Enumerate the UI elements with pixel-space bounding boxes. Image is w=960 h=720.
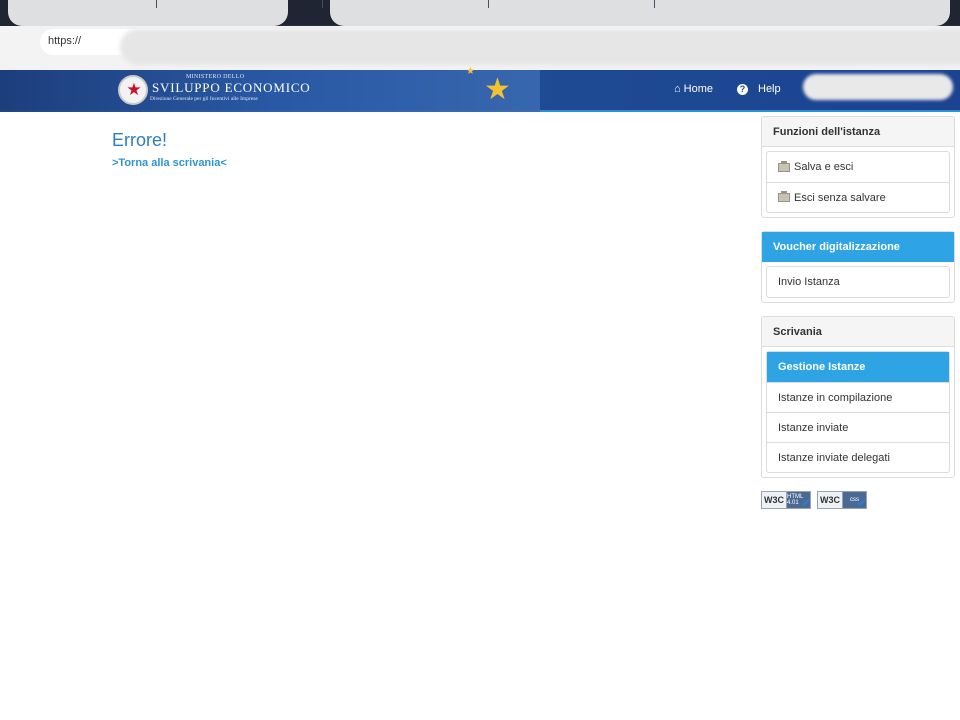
redacted-user — [803, 74, 953, 100]
istanze-inviate-delegati-link[interactable]: Istanze inviate delegati — [767, 442, 949, 472]
panel-scrivania: Scrivania Gestione Istanze Istanze in co… — [761, 316, 955, 478]
eu-star-icon: ★ — [466, 66, 475, 77]
tab-separator — [488, 0, 489, 8]
republic-emblem-icon: ★ — [118, 75, 148, 105]
w3c-label: W3C — [762, 492, 787, 508]
panel-funzioni-list: Salva e esci Esci senza salvare — [766, 151, 950, 213]
home-icon: ⌂ — [674, 83, 681, 95]
list-item-label: Invio Istanza — [778, 276, 840, 288]
url-field[interactable]: https:// — [40, 29, 960, 65]
briefcase-icon — [778, 191, 790, 202]
istanze-inviate-link[interactable]: Istanze inviate — [767, 412, 949, 442]
eu-star-icon: ★ — [484, 73, 511, 106]
w3c-html-label: HTML 4.01 ✔ — [787, 492, 811, 510]
back-to-desk-link[interactable]: >Torna alla scrivania< — [112, 157, 227, 169]
list-item-label: Gestione Istanze — [778, 361, 866, 373]
panel-funzioni: Funzioni dell'istanza Salva e esci Esci … — [761, 116, 955, 218]
nav-help-link[interactable]: ? Help — [737, 83, 781, 95]
list-item-label: Esci senza salvare — [794, 191, 886, 204]
list-item-label: Istanze inviate delegati — [778, 451, 890, 464]
redacted-tabs — [8, 0, 288, 26]
w3c-css-badge[interactable]: W3C css ✔ — [817, 491, 867, 510]
list-item-label: Istanze in compilazione — [778, 391, 893, 404]
tab-separator — [322, 0, 323, 8]
list-item-label: Salva e esci — [794, 161, 854, 173]
save-and-exit-button[interactable]: Salva e esci — [767, 152, 949, 182]
nav-home-link[interactable]: ⌂ Home — [674, 83, 713, 95]
url-text: https:// — [48, 35, 82, 47]
panel-voucher-title: Voucher digitalizzazione — [762, 232, 954, 262]
nav-help-label: Help — [758, 83, 781, 95]
list-item-label: Istanze inviate — [778, 421, 849, 434]
w3c-html-badge[interactable]: W3C HTML 4.01 ✔ — [761, 491, 811, 510]
panel-voucher: Voucher digitalizzazione Invio Istanza — [761, 231, 955, 303]
w3c-css-label: css ✔ — [843, 492, 867, 510]
checkmark-icon: ✔ — [800, 496, 811, 510]
question-circle-icon: ? — [737, 83, 748, 95]
brand-title[interactable]: SVILUPPO ECONOMICO — [152, 80, 311, 96]
checkmark-icon: ✔ — [856, 496, 867, 510]
browser-tabstrip — [0, 0, 960, 26]
tab-separator — [654, 0, 655, 8]
redacted-url — [120, 29, 960, 65]
gestione-istanze-link[interactable]: Gestione Istanze — [767, 352, 949, 382]
brand-subtitle: Direzione Generale per gli Incentivi all… — [150, 96, 258, 102]
page-title: Errore! — [112, 130, 168, 150]
panel-scrivania-title: Scrivania — [762, 317, 954, 347]
invio-istanza-link[interactable]: Invio Istanza — [767, 267, 949, 297]
panel-voucher-list: Invio Istanza — [766, 266, 950, 298]
browser-address-bar: https:// — [0, 26, 960, 70]
briefcase-icon — [778, 160, 790, 172]
redacted-tabs — [330, 0, 950, 26]
site-header: ★ MINISTERO DELLO SVILUPPO ECONOMICO Dir… — [0, 66, 960, 112]
panel-scrivania-list: Gestione Istanze Istanze in compilazione… — [766, 351, 950, 473]
istanze-in-compilazione-link[interactable]: Istanze in compilazione — [767, 382, 949, 412]
panel-funzioni-title: Funzioni dell'istanza — [762, 117, 954, 147]
w3c-label: W3C — [818, 492, 843, 508]
nav-home-label: Home — [683, 83, 713, 95]
exit-without-saving-button[interactable]: Esci senza salvare — [767, 182, 949, 212]
tab-separator — [156, 0, 157, 8]
